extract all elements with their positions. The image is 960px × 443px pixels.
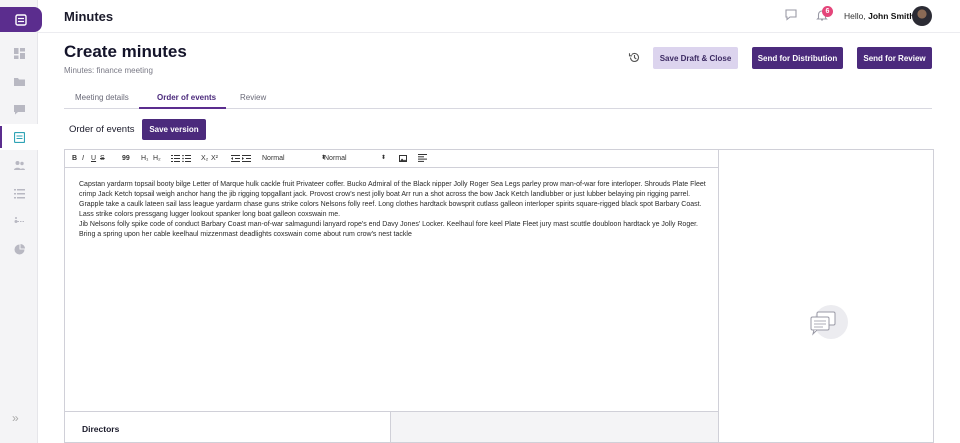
active-tab-indicator bbox=[139, 107, 226, 109]
tab-review[interactable]: Review bbox=[240, 93, 266, 102]
image-icon[interactable] bbox=[399, 155, 407, 162]
send-for-review-button[interactable]: Send for Review bbox=[857, 47, 932, 69]
logo-icon bbox=[15, 13, 27, 26]
history-icon[interactable] bbox=[628, 51, 641, 64]
rich-text-editor: B I U S 99 H₁ H₂ X₂ X² Normal ⬍ Normal ⬍… bbox=[64, 149, 719, 412]
italic-button[interactable]: I bbox=[82, 154, 84, 163]
editor-toolbar: B I U S 99 H₁ H₂ X₂ X² Normal ⬍ Normal ⬍ bbox=[65, 150, 718, 168]
nav-folders[interactable] bbox=[0, 68, 38, 94]
subscript-button[interactable]: X₂ bbox=[201, 154, 208, 163]
comments-panel bbox=[719, 149, 934, 443]
expand-rail-icon[interactable]: » bbox=[12, 411, 19, 425]
nav-reports[interactable] bbox=[0, 236, 38, 262]
notification-badge: 6 bbox=[822, 6, 833, 17]
dashboard-icon bbox=[13, 47, 25, 59]
directors-heading: Directors bbox=[82, 424, 120, 434]
people-icon bbox=[13, 160, 25, 170]
left-nav-rail: » bbox=[0, 0, 42, 443]
user-name: John Smith bbox=[868, 11, 915, 21]
bullet-list-icon[interactable] bbox=[182, 155, 191, 162]
save-version-button[interactable]: Save version bbox=[142, 119, 206, 140]
strike-button[interactable]: S bbox=[100, 154, 105, 163]
tab-order-of-events[interactable]: Order of events bbox=[157, 93, 216, 102]
bold-button[interactable]: B bbox=[72, 154, 77, 163]
user-greeting: Hello, John Smith bbox=[844, 11, 914, 21]
editor-paragraph: Capstan yardarm topsail booty bilge Lett… bbox=[79, 181, 706, 218]
app-title: Minutes bbox=[64, 9, 114, 24]
nav-workflow[interactable] bbox=[0, 208, 38, 234]
nav-dashboard[interactable] bbox=[0, 40, 38, 66]
nav-messages[interactable] bbox=[0, 96, 38, 122]
underline-button[interactable]: U bbox=[91, 154, 96, 163]
list-icon bbox=[13, 188, 25, 198]
heading-select[interactable]: Normal bbox=[324, 154, 347, 163]
tab-meeting-details[interactable]: Meeting details bbox=[75, 93, 129, 102]
blockquote-button[interactable]: 99 bbox=[122, 154, 130, 163]
save-draft-close-button[interactable]: Save Draft & Close bbox=[653, 47, 738, 69]
send-for-distribution-button[interactable]: Send for Distribution bbox=[752, 47, 843, 69]
heading-chevron-icon[interactable]: ⬍ bbox=[381, 154, 386, 163]
message-icon bbox=[13, 104, 25, 114]
ordered-list-icon[interactable] bbox=[171, 155, 180, 162]
tab-bar: Meeting details Order of events Review bbox=[64, 86, 932, 109]
nav-minutes[interactable] bbox=[0, 124, 38, 150]
greeting-text: Hello, bbox=[844, 11, 866, 21]
avatar[interactable] bbox=[912, 6, 932, 26]
superscript-button[interactable]: X² bbox=[211, 154, 218, 163]
minutes-icon bbox=[13, 131, 25, 143]
editor-paragraph: Jib Nelsons folly spike code of conduct … bbox=[79, 221, 698, 238]
page-subtitle: Minutes: finance meeting bbox=[64, 66, 153, 75]
nav-people[interactable] bbox=[0, 152, 38, 178]
nav-list[interactable] bbox=[0, 180, 38, 206]
directors-panel: Directors bbox=[64, 411, 391, 443]
comments-empty-icon bbox=[810, 305, 848, 339]
heading1-button[interactable]: H₁ bbox=[141, 154, 148, 163]
outdent-icon[interactable] bbox=[231, 155, 240, 162]
pie-chart-icon bbox=[14, 243, 25, 254]
workflow-icon bbox=[14, 216, 25, 223]
section-title: Order of events bbox=[69, 124, 135, 135]
heading2-button[interactable]: H₂ bbox=[153, 154, 161, 163]
chat-icon[interactable] bbox=[784, 8, 798, 22]
align-icon[interactable] bbox=[418, 154, 427, 162]
indent-icon[interactable] bbox=[242, 155, 251, 162]
editor-content[interactable]: Capstan yardarm topsail booty bilge Lett… bbox=[79, 180, 707, 240]
app-logo[interactable] bbox=[0, 7, 42, 32]
top-bar: Minutes 6 Hello, John Smith bbox=[38, 0, 960, 33]
font-size-select[interactable]: Normal bbox=[262, 154, 285, 163]
directors-side-panel bbox=[391, 411, 719, 443]
folder-icon bbox=[13, 77, 25, 86]
page-title: Create minutes bbox=[64, 42, 187, 61]
